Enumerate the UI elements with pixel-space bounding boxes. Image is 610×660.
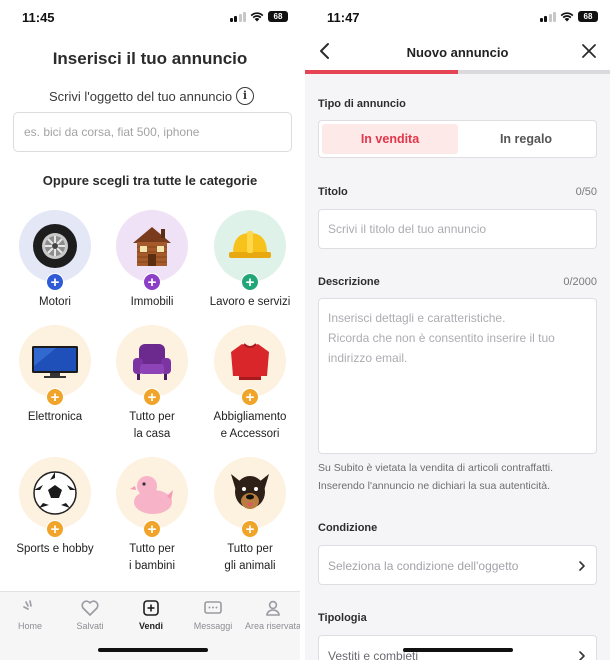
titolo-input[interactable] [318,209,597,249]
chat-icon [204,601,222,614]
battery-icon: 68 [578,11,598,22]
add-icon: + [241,388,259,406]
category-label: Tutto per gli animali [224,543,276,572]
home-indicator [403,648,513,652]
status-time: 11:47 [327,10,360,25]
add-icon: + [143,388,161,406]
tab-home[interactable]: Home [0,598,60,631]
tipo-label: Tipo di annuncio [318,98,406,110]
condizione-value: Seleziona la condizione dell'oggetto [328,559,519,573]
user-icon [266,600,280,616]
category-label: Tutto per i bambini [128,543,176,572]
category-label: Lavoro e servizi [209,296,291,308]
hard-hat-icon [229,231,271,258]
tipologia-label: Tipologia [318,612,367,624]
armchair-icon [133,344,171,380]
page-title: Inserisci il tuo annuncio [52,49,248,68]
home-indicator [98,648,208,652]
search-hint: Scrivi l'oggetto del tuo annuncio [49,89,233,104]
page-title: Nuovo annuncio [406,45,509,60]
descrizione-textarea[interactable] [318,298,597,454]
category-label: Tutto per la casa [129,411,175,440]
tipo-segmented-control: In vendita In regalo [318,120,597,158]
add-icon: + [46,273,64,291]
add-icon: + [241,273,259,291]
status-time: 11:45 [22,10,55,25]
condizione-label: Condizione [318,522,378,534]
right-screen: 11:47 68 Nuovo annuncio Tipo di annuncio… [305,0,610,660]
add-icon: + [241,520,259,538]
category-casa[interactable]: + Tutto per la casa [103,325,201,443]
add-icon: + [143,273,161,291]
heart-icon [81,600,99,616]
add-icon: + [143,520,161,538]
tire-icon [33,224,77,268]
battery-icon: 68 [268,11,288,22]
category-label: Elettronica [27,411,83,423]
info-icon[interactable]: i [236,87,254,105]
status-bar: 11:47 68 [305,0,610,34]
descrizione-counter: 0/2000 [563,276,597,288]
search-input[interactable] [13,112,292,152]
header: Nuovo annuncio [305,34,610,70]
counterfeit-notice: Su Subito è vietata la vendita di artico… [318,462,554,492]
option-in-regalo[interactable]: In regalo [458,124,594,154]
category-lavoro[interactable]: + Lavoro e servizi [201,210,299,311]
category-label: Sports e hobby [16,543,94,555]
tab-bar: Home Salvati Vendi Messaggi Area riserva… [0,591,300,660]
category-immobili[interactable]: + Immobili [103,210,201,311]
plus-square-icon [143,600,159,616]
add-icon: + [46,388,64,406]
category-abbigliamento[interactable]: + Abbigliamento e Accessori [201,325,299,443]
category-label: Immobili [130,296,174,308]
tab-salvati[interactable]: Salvati [60,598,120,631]
left-screen: 11:45 68 Inserisci il tuo annuncio Scriv… [0,0,300,660]
home-icon [23,600,32,610]
condizione-select[interactable]: Seleziona la condizione dell'oggetto [318,545,597,585]
tab-area-riservata[interactable]: Area riservata [243,598,300,631]
sweater-icon [231,343,269,380]
descrizione-label: Descrizione [318,276,380,288]
status-bar: 11:45 68 [0,0,300,34]
titolo-counter: 0/50 [575,186,597,198]
wifi-icon [560,11,574,21]
option-in-vendita[interactable]: In vendita [322,124,458,154]
rubber-duck-icon [130,476,173,514]
wifi-icon [250,11,264,21]
chevron-right-icon [579,561,585,571]
progress-fill [305,70,458,74]
category-animali[interactable]: + Tutto per gli animali [201,457,299,575]
dog-icon [231,474,269,509]
signal-icon [229,11,246,22]
category-motori[interactable]: + Motori [6,210,104,311]
category-label: Abbigliamento e Accessori [213,411,287,440]
add-icon: + [46,520,64,538]
signal-icon [539,11,556,22]
titolo-label: Titolo [318,186,348,198]
category-label: Motori [39,296,71,308]
soccer-ball-icon [33,471,77,515]
progress-bar [305,70,610,74]
category-sports[interactable]: + Sports e hobby [6,457,104,558]
chevron-right-icon [579,651,585,660]
category-bambini[interactable]: + Tutto per i bambini [103,457,201,575]
house-icon [133,227,171,266]
tv-icon [32,346,78,378]
categories-heading: Oppure scegli tra tutte le categorie [42,173,258,188]
tab-vendi[interactable]: Vendi [121,598,181,631]
close-icon[interactable] [580,42,598,60]
tab-messaggi[interactable]: Messaggi [183,598,243,631]
category-elettronica[interactable]: + Elettronica [6,325,104,426]
